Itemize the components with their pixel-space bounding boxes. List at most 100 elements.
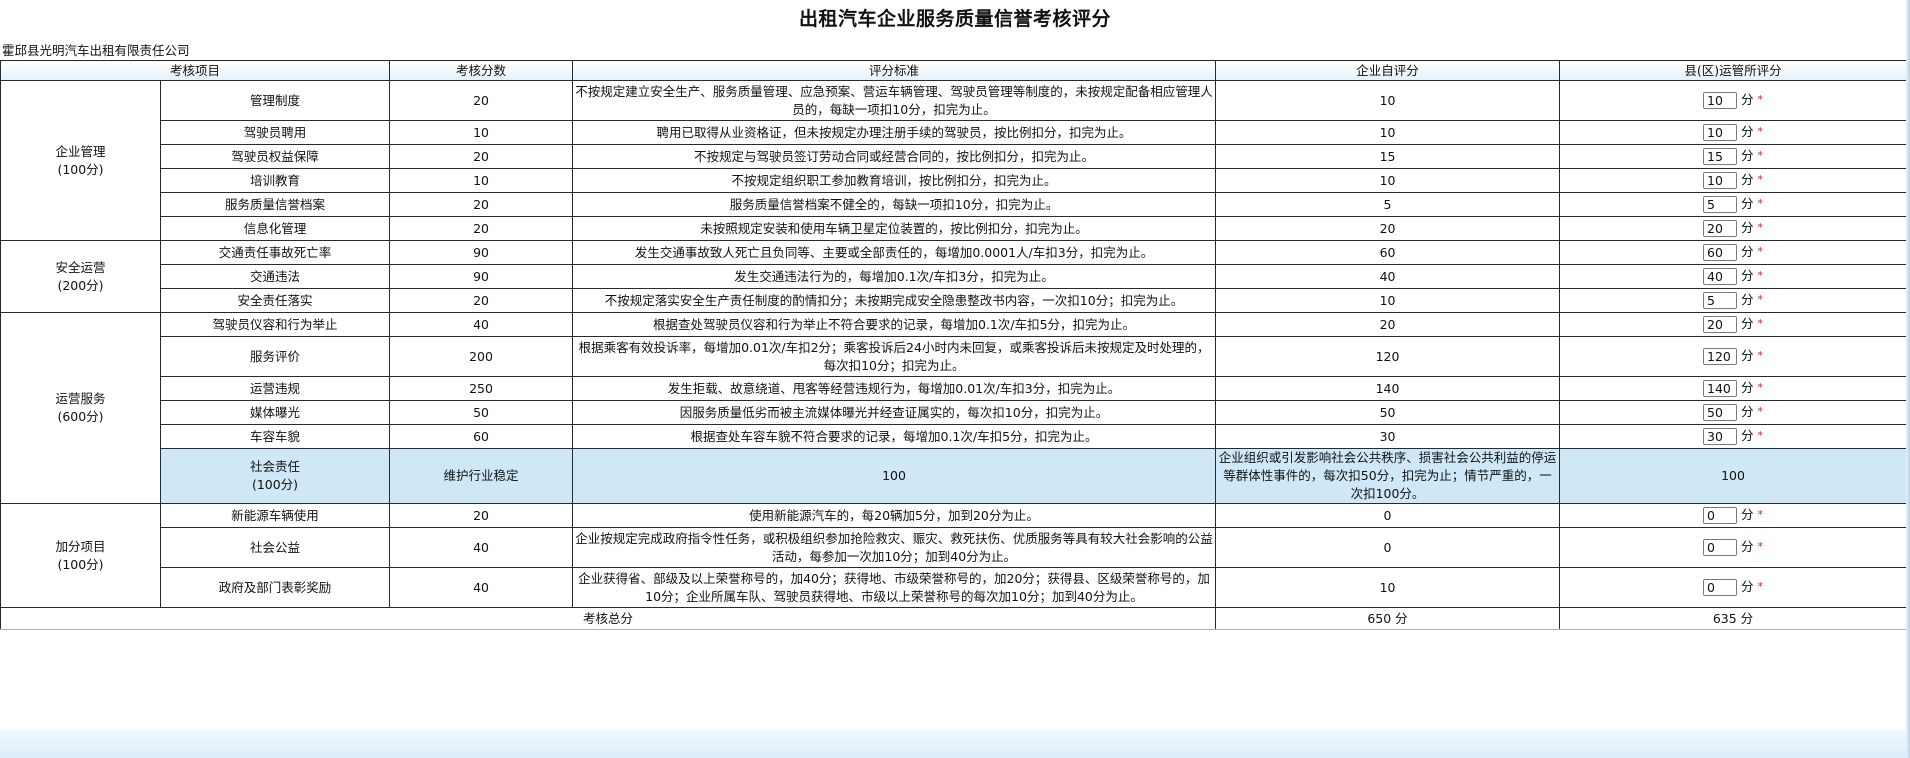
item-score: 20 — [389, 80, 574, 121]
score-unit: 分 — [1741, 172, 1754, 188]
county-score-wrap: 分* — [1703, 171, 1763, 189]
county-score-input[interactable] — [1703, 578, 1737, 596]
header-criteria: 评分标准 — [572, 60, 1217, 81]
county-score-cell: 分* — [1559, 424, 1908, 449]
county-score-cell: 分* — [1559, 312, 1908, 337]
county-score-wrap: 分* — [1703, 267, 1763, 285]
required-mark: * — [1757, 381, 1764, 395]
county-score-wrap: 分* — [1703, 195, 1763, 213]
category-cell: 安全运营 (200分) — [0, 240, 161, 313]
item-score: 100 — [572, 448, 1217, 504]
self-score: 5 — [1215, 192, 1561, 217]
category-name: 运营服务 — [55, 391, 106, 406]
score-unit: 分 — [1741, 348, 1754, 364]
county-score-wrap: 分* — [1703, 427, 1763, 445]
item-score: 50 — [389, 400, 574, 425]
county-score-input[interactable] — [1703, 427, 1737, 445]
county-score-input[interactable] — [1703, 91, 1737, 109]
criteria-text: 不按规定建立安全生产、服务质量管理、应急预案、营运车辆管理、驾驶员管理等制度的，… — [572, 80, 1217, 121]
total-label: 考核总分 — [0, 607, 1217, 630]
self-score: 40 — [1215, 264, 1561, 289]
required-mark: * — [1757, 580, 1764, 594]
score-unit: 分 — [1741, 220, 1754, 236]
score-table: 考核项目 考核分数 评分标准 企业自评分 县(区)运管所评分 企业管理 (100分… — [0, 60, 1910, 630]
self-score: 0 — [1215, 503, 1561, 528]
item-score: 20 — [389, 144, 574, 169]
county-score-wrap: 分* — [1703, 403, 1763, 421]
score-unit: 分 — [1741, 579, 1754, 595]
item-name: 政府及部门表彰奖励 — [159, 567, 391, 608]
self-score: 0 — [1215, 527, 1561, 568]
table-row: 安全运营 (200分) 交通责任事故死亡率 90 发生交通事故致人死亡且负同等、主要或全… — [0, 240, 1908, 313]
county-score-wrap: 分* — [1703, 379, 1763, 397]
county-score-cell: 分* — [1559, 503, 1908, 528]
county-score-input[interactable] — [1703, 219, 1737, 237]
table-row: 社会责任 (100分) 维护行业稳定 100 企业组织或引发影响社会公共秩序、损害社会公… — [1, 448, 1910, 504]
self-score: 10 — [1215, 168, 1561, 193]
total-self-score: 650 分 — [1215, 607, 1561, 630]
score-unit: 分 — [1741, 292, 1754, 308]
county-score-input[interactable] — [1703, 379, 1737, 397]
required-mark: * — [1757, 269, 1764, 283]
county-score-input[interactable] — [1703, 171, 1737, 189]
required-mark: * — [1757, 508, 1764, 522]
county-score-input[interactable] — [1703, 243, 1737, 261]
county-score-input[interactable] — [1703, 147, 1737, 165]
county-score-wrap: 分* — [1703, 147, 1763, 165]
item-score: 90 — [389, 240, 574, 265]
county-score-wrap: 分* — [1703, 578, 1763, 596]
required-mark: * — [1757, 429, 1764, 443]
self-score: 10 — [1215, 567, 1561, 608]
item-score: 10 — [389, 168, 574, 193]
required-mark: * — [1757, 317, 1764, 331]
category-cell: 企业管理 (100分) — [0, 80, 161, 241]
item-name: 服务质量信誉档案 — [159, 192, 391, 217]
company-name: 霍邱县光明汽车出租有限责任公司 — [2, 43, 190, 58]
score-unit: 分 — [1741, 404, 1754, 420]
header-county-score: 县(区)运管所评分 — [1559, 60, 1908, 81]
required-mark: * — [1757, 221, 1764, 235]
criteria-text: 不按规定落实安全生产责任制度的酌情扣分；未按期完成安全隐患整改书内容，一次扣10… — [572, 288, 1217, 313]
self-score: 100 — [1559, 448, 1908, 504]
county-score-input[interactable] — [1703, 267, 1737, 285]
item-name: 培训教育 — [159, 168, 391, 193]
county-score-input[interactable] — [1703, 315, 1737, 333]
item-name: 社会公益 — [159, 527, 391, 568]
category-cell: 社会责任 (100分) — [159, 448, 391, 504]
county-score-wrap: 分* — [1703, 291, 1763, 309]
table-row: 媒体曝光 50 因服务质量低劣而被主流媒体曝光并经查证属实的，每次扣10分，扣完为止… — [1, 400, 1908, 425]
category-name: 安全运营 — [55, 259, 106, 275]
county-score-input[interactable] — [1703, 347, 1737, 365]
county-score-input[interactable] — [1703, 123, 1737, 141]
item-name: 运营违规 — [159, 376, 391, 401]
county-score-cell: 分* — [1559, 527, 1908, 568]
county-score-cell: 分* — [1559, 567, 1908, 608]
required-mark: * — [1757, 149, 1764, 163]
county-score-input[interactable] — [1703, 403, 1737, 421]
item-name: 驾驶员聘用 — [159, 120, 391, 145]
score-unit: 分 — [1741, 507, 1754, 523]
total-row: 考核总分 650 分 635 分 — [0, 607, 1908, 630]
score-unit: 分 — [1741, 539, 1754, 555]
score-unit: 分 — [1741, 92, 1754, 108]
table-row: 政府及部门表彰奖励 40 企业获得省、部级及以上荣誉称号的，加40分；获得地、市级荣… — [1, 567, 1908, 608]
county-score-input[interactable] — [1703, 538, 1737, 556]
score-unit: 分 — [1741, 244, 1754, 260]
county-score-input[interactable] — [1703, 195, 1737, 213]
county-score-input[interactable] — [1703, 506, 1737, 524]
window-edge — [1906, 0, 1910, 758]
required-mark: * — [1757, 349, 1764, 363]
item-name: 新能源车辆使用 — [159, 503, 391, 528]
item-score: 40 — [389, 312, 574, 337]
header-score: 考核分数 — [389, 60, 574, 81]
item-score: 60 — [389, 424, 574, 449]
county-score-cell: 分* — [1559, 120, 1908, 145]
county-score-wrap: 分* — [1703, 219, 1763, 237]
criteria-text: 企业获得省、部级及以上荣誉称号的，加40分；获得地、市级荣誉称号的，加20分；获… — [572, 567, 1217, 608]
required-mark: * — [1757, 405, 1764, 419]
county-score-cell: 分* — [1559, 192, 1908, 217]
self-score: 15 — [1215, 144, 1561, 169]
county-score-wrap: 分* — [1703, 506, 1763, 524]
county-score-input[interactable] — [1703, 291, 1737, 309]
county-score-cell: 分* — [1559, 144, 1908, 169]
